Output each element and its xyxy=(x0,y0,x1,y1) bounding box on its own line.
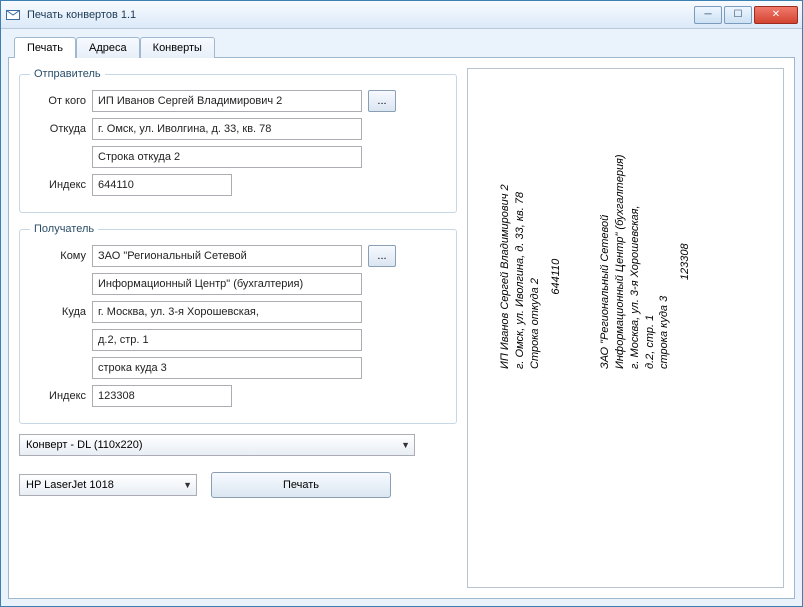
tab-envelopes[interactable]: Конверты xyxy=(140,37,215,58)
sender-index-input[interactable] xyxy=(92,174,232,196)
printer-select[interactable]: HP LaserJet 1018 ▼ xyxy=(19,474,197,496)
left-column: Отправитель От кого ... Откуда xyxy=(19,68,457,588)
maximize-button[interactable]: ☐ xyxy=(724,6,752,24)
recipient-browse-button[interactable]: ... xyxy=(368,245,396,267)
tab-strip: Печать Адреса Конверты xyxy=(14,36,795,57)
app-window: Печать конвертов 1.1 ─ ☐ ✕ Печать Адреса… xyxy=(0,0,803,607)
chevron-down-icon: ▼ xyxy=(401,440,410,450)
to1-input[interactable] xyxy=(92,245,362,267)
envelope-select[interactable]: Конверт - DL (110x220) ▼ xyxy=(19,434,415,456)
tab-panel-print: Отправитель От кого ... Откуда xyxy=(8,57,795,599)
tab-print[interactable]: Печать xyxy=(14,37,76,58)
to-label: Кому xyxy=(30,250,86,262)
recipient-addr1-input[interactable] xyxy=(92,301,362,323)
bottom-row: HP LaserJet 1018 ▼ Печать xyxy=(19,472,457,498)
sender-index-label: Индекс xyxy=(30,179,86,191)
sender-legend: Отправитель xyxy=(30,68,105,80)
window-body: Печать Адреса Конверты Отправитель От ко… xyxy=(1,29,802,606)
tab-addresses[interactable]: Адреса xyxy=(76,37,140,58)
sender-addr1-input[interactable] xyxy=(92,118,362,140)
minimize-button[interactable]: ─ xyxy=(694,6,722,24)
recipient-legend: Получатель xyxy=(30,223,98,235)
printer-select-value: HP LaserJet 1018 xyxy=(26,479,114,491)
sender-group: Отправитель От кого ... Откуда xyxy=(19,68,457,213)
from-label: От кого xyxy=(30,95,86,107)
from-input[interactable] xyxy=(92,90,362,112)
to2-input[interactable] xyxy=(92,273,362,295)
recipient-where-label: Куда xyxy=(30,306,86,318)
envelope-select-value: Конверт - DL (110x220) xyxy=(26,439,143,451)
envelope-icon xyxy=(5,7,21,23)
recipient-addr3-input[interactable] xyxy=(92,357,362,379)
sender-where-label: Откуда xyxy=(30,123,86,135)
envelope-preview: ИП Иванов Сергей Владимирович 2 г. Омск,… xyxy=(467,68,784,588)
sender-addr2-input[interactable] xyxy=(92,146,362,168)
chevron-down-icon: ▼ xyxy=(183,480,192,490)
preview-recipient: ЗАО "Региональный Сетевой Информационный… xyxy=(598,154,693,369)
close-button[interactable]: ✕ xyxy=(754,6,798,24)
recipient-group: Получатель Кому ... Куда xyxy=(19,223,457,424)
print-button[interactable]: Печать xyxy=(211,472,391,498)
window-buttons: ─ ☐ ✕ xyxy=(694,6,798,24)
recipient-index-label: Индекс xyxy=(30,390,86,402)
recipient-addr2-input[interactable] xyxy=(92,329,362,351)
preview-sender: ИП Иванов Сергей Владимирович 2 г. Омск,… xyxy=(498,184,563,369)
recipient-index-input[interactable] xyxy=(92,385,232,407)
window-title: Печать конвертов 1.1 xyxy=(27,9,694,21)
titlebar: Печать конвертов 1.1 ─ ☐ ✕ xyxy=(1,1,802,29)
sender-browse-button[interactable]: ... xyxy=(368,90,396,112)
